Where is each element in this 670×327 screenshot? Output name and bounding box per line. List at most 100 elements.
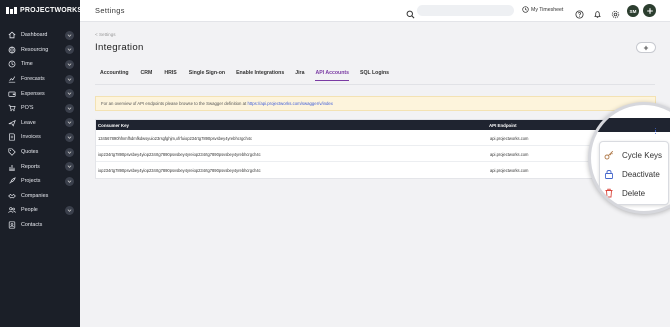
sidebar-item-label: People <box>21 207 38 214</box>
breadcrumb[interactable]: < Settings <box>95 32 116 37</box>
table-row[interactable]: iop234rtg7890psvsbey4yiop234rtg7890psvsb… <box>96 162 655 178</box>
table-header: Consumer Key API Endpoint <box>96 120 655 130</box>
tab-enable-integrations[interactable]: Enable Integrations <box>236 70 284 81</box>
search-input[interactable] <box>417 5 514 16</box>
chevron-down-icon[interactable] <box>65 118 74 128</box>
more-options-icon[interactable] <box>651 125 660 137</box>
sidebar-item-forecasts[interactable]: Forecasts <box>0 72 80 87</box>
column-header-api-endpoint[interactable]: API Endpoint <box>489 123 517 128</box>
brand-name: PROJECTWORKS <box>20 7 83 14</box>
api-accounts-table: Consumer Key API Endpoint 134567890hfnmf… <box>95 119 656 179</box>
sidebar-item-label: Reports <box>21 163 40 170</box>
rocket-icon <box>8 177 16 185</box>
chevron-down-icon[interactable] <box>65 89 74 99</box>
sidebar-item-companies[interactable]: Companies <box>0 189 80 204</box>
tab-single-sign-on[interactable]: Single Sign-on <box>189 70 225 81</box>
consumer-key-cell: 134567890hfnmfhdmfkdwsyuio23rsgfghjm,xfr… <box>98 136 253 141</box>
tab-api-accounts[interactable]: API Accounts <box>315 70 349 81</box>
bell-icon[interactable] <box>593 6 602 18</box>
sidebar-nav: Dashboard Resourcing Time Forecasts Expe… <box>0 28 80 232</box>
chevron-down-icon[interactable] <box>65 30 74 40</box>
tab-hris[interactable]: HRIS <box>164 70 176 81</box>
tab-sql-logins[interactable]: SQL Logins <box>360 70 389 81</box>
sidebar-item-label: Expenses <box>21 90 45 97</box>
info-banner: For an overview of API endpoints please … <box>95 96 656 111</box>
sidebar-item-reports[interactable]: Reports <box>0 159 80 174</box>
sidebar-item-leave[interactable]: Leave <box>0 116 80 131</box>
chevron-down-icon[interactable] <box>65 176 74 186</box>
clock-icon <box>8 60 16 68</box>
sidebar-item-dashboard[interactable]: Dashboard <box>0 28 80 43</box>
menu-item-cycle-keys[interactable]: Cycle Keys <box>600 146 670 164</box>
plus-icon <box>646 7 653 14</box>
sidebar-item-pos[interactable]: PO'S <box>0 101 80 116</box>
sidebar-item-quotes[interactable]: Quotes <box>0 145 80 160</box>
menu-item-label: Cycle Keys <box>622 150 663 160</box>
help-icon[interactable] <box>575 6 584 19</box>
brand-logo[interactable]: PROJECTWORKS <box>6 7 82 14</box>
sidebar: PROJECTWORKS Dashboard Resourcing Time F… <box>0 0 82 327</box>
top-bar: Settings My Timesheet SM <box>80 0 670 22</box>
trash-icon <box>604 188 614 198</box>
timesheet-link[interactable]: My Timesheet <box>522 6 563 13</box>
chart-icon <box>8 75 16 83</box>
sidebar-item-expenses[interactable]: Expenses <box>0 86 80 101</box>
menu-item-delete[interactable]: Delete <box>600 184 670 202</box>
sidebar-item-contacts[interactable]: Contacts <box>0 218 80 233</box>
handshake-icon <box>8 192 16 200</box>
sidebar-item-resourcing[interactable]: Resourcing <box>0 43 80 58</box>
banner-text: For an overview of API endpoints please … <box>101 101 247 106</box>
chevron-down-icon[interactable] <box>65 162 74 172</box>
sidebar-item-label: Leave <box>21 119 36 126</box>
magnifier-callout: Cycle Keys Deactivate Delete <box>588 102 670 214</box>
consumer-key-cell: iop234rtg7890psvsbey4yiop234rtg7890psvsb… <box>98 168 261 173</box>
report-icon <box>8 163 16 171</box>
search-icon[interactable] <box>406 6 415 19</box>
sidebar-item-people[interactable]: People <box>0 203 80 218</box>
column-header-consumer-key[interactable]: Consumer Key <box>98 123 129 128</box>
menu-item-deactivate[interactable]: Deactivate <box>600 165 670 183</box>
sidebar-item-invoices[interactable]: Invoices <box>0 130 80 145</box>
api-endpoint-cell: api.projectworks.com <box>490 168 529 173</box>
menu-item-label: Deactivate <box>622 169 660 179</box>
chevron-down-icon[interactable] <box>65 74 74 84</box>
chevron-down-icon[interactable] <box>65 132 74 142</box>
tab-crm[interactable]: CRM <box>141 70 153 81</box>
plus-icon <box>643 45 649 50</box>
sidebar-item-label: Resourcing <box>21 46 49 53</box>
global-add-button[interactable] <box>643 4 656 17</box>
chevron-down-icon[interactable] <box>65 205 74 215</box>
tab-divider <box>95 84 655 85</box>
table-row[interactable]: 134567890hfnmfhdmfkdwsyuio23rsgfghjm,xfr… <box>96 130 655 146</box>
sidebar-item-label: Contacts <box>21 222 43 229</box>
api-endpoint-cell: api.projectworks.com <box>490 136 529 141</box>
table-row[interactable]: iop234rtg7890psvsbey4yiop234rtg7890psvsb… <box>96 146 655 162</box>
tab-accounting[interactable]: Accounting <box>100 70 129 81</box>
sidebar-item-label: Dashboard <box>21 32 48 39</box>
key-icon <box>604 150 614 160</box>
invoice-icon <box>8 133 16 142</box>
chevron-down-icon[interactable] <box>65 45 74 55</box>
logo-icon <box>6 7 17 14</box>
sidebar-item-label: Forecasts <box>21 76 45 83</box>
sidebar-item-projects[interactable]: Projects <box>0 174 80 189</box>
sidebar-item-label: PO'S <box>21 105 34 112</box>
api-endpoint-cell: api.projectworks.com <box>490 152 529 157</box>
page-title: Integration <box>95 42 144 53</box>
chevron-down-icon[interactable] <box>65 147 74 157</box>
avatar[interactable]: SM <box>627 5 639 17</box>
wallet-icon <box>8 90 16 98</box>
plane-icon <box>8 119 16 127</box>
tab-jira[interactable]: Jira <box>295 70 304 81</box>
contacts-icon <box>8 221 16 229</box>
chevron-down-icon[interactable] <box>65 59 74 69</box>
timesheet-clock-icon <box>522 6 529 13</box>
add-integration-button[interactable] <box>636 42 656 53</box>
menu-item-label: Delete <box>622 188 646 198</box>
integration-tabs: Accounting CRM HRIS Single Sign-on Enabl… <box>100 70 389 81</box>
chevron-down-icon[interactable] <box>65 103 74 113</box>
sidebar-item-label: Time <box>21 61 33 68</box>
swagger-link[interactable]: https://api.projectworks.com/swagger/v/i… <box>247 101 333 106</box>
gear-icon[interactable] <box>611 6 620 19</box>
sidebar-item-time[interactable]: Time <box>0 57 80 72</box>
